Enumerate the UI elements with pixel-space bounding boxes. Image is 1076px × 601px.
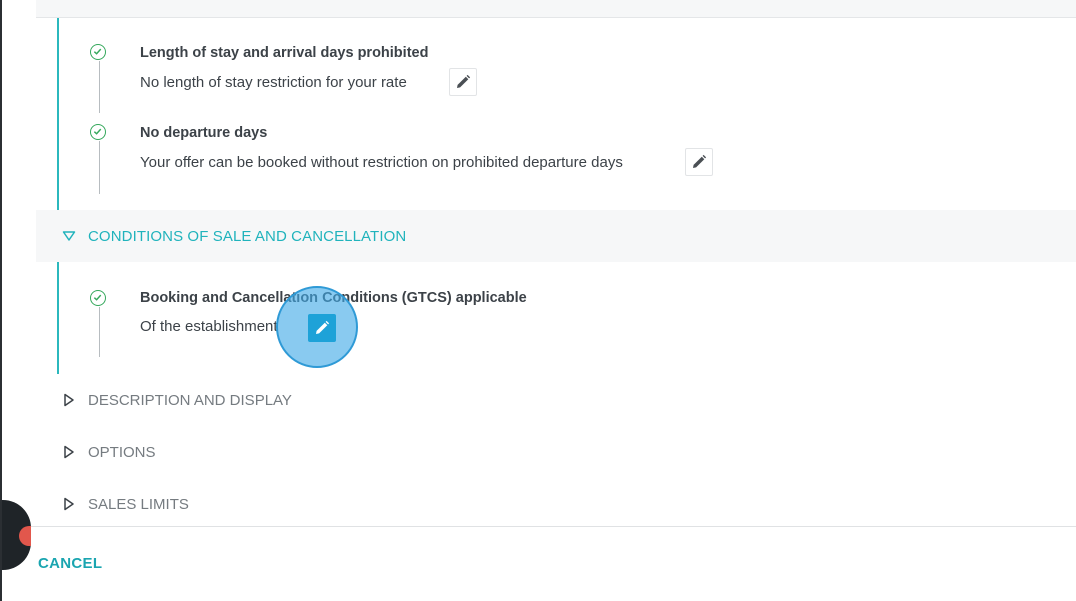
rate-settings-panel: Length of stay and arrival days prohibit… (2, 0, 1076, 601)
section-label: CONDITIONS OF SALE AND CANCELLATION (88, 227, 407, 245)
pencil-icon (457, 74, 471, 88)
step-subtitle: No length of stay restriction for your r… (140, 74, 407, 91)
triangle-right-icon (62, 393, 76, 407)
step-connector (99, 307, 100, 357)
notification-badge (19, 526, 31, 546)
edit-button[interactable] (449, 68, 477, 96)
conditions-card: Booking and Cancellation Conditions (GTC… (57, 262, 1076, 374)
pencil-icon (316, 320, 330, 334)
step-connector (99, 141, 100, 194)
section-label: SALES LIMITS (88, 495, 189, 513)
pencil-icon (693, 154, 707, 168)
edit-button[interactable] (685, 148, 713, 176)
cancel-button[interactable]: CANCEL (38, 555, 102, 572)
check-circle-icon (90, 290, 106, 306)
footer-bar: CANCEL (2, 526, 1076, 601)
previous-section-band (36, 0, 1076, 18)
triangle-down-icon (62, 229, 76, 243)
edit-button[interactable] (308, 314, 336, 342)
section-description-display[interactable]: DESCRIPTION AND DISPLAY (36, 374, 1076, 427)
triangle-right-icon (62, 497, 76, 511)
restrictions-card: Length of stay and arrival days prohibit… (57, 18, 1076, 210)
step-title: No departure days (140, 125, 268, 141)
section-sales-limits[interactable]: SALES LIMITS (36, 478, 1076, 530)
step-title: Length of stay and arrival days prohibit… (140, 45, 429, 61)
section-options[interactable]: OPTIONS (36, 426, 1076, 479)
section-label: OPTIONS (88, 443, 156, 461)
section-label: DESCRIPTION AND DISPLAY (88, 391, 292, 409)
step-subtitle: Of the establishment (140, 318, 278, 335)
triangle-right-icon (62, 445, 76, 459)
check-circle-icon (90, 124, 106, 140)
section-conditions-header[interactable]: CONDITIONS OF SALE AND CANCELLATION (36, 210, 1076, 262)
check-circle-icon (90, 44, 106, 60)
step-title: Booking and Cancellation Conditions (GTC… (140, 290, 527, 306)
step-connector (99, 61, 100, 113)
step-subtitle: Your offer can be booked without restric… (140, 154, 623, 171)
